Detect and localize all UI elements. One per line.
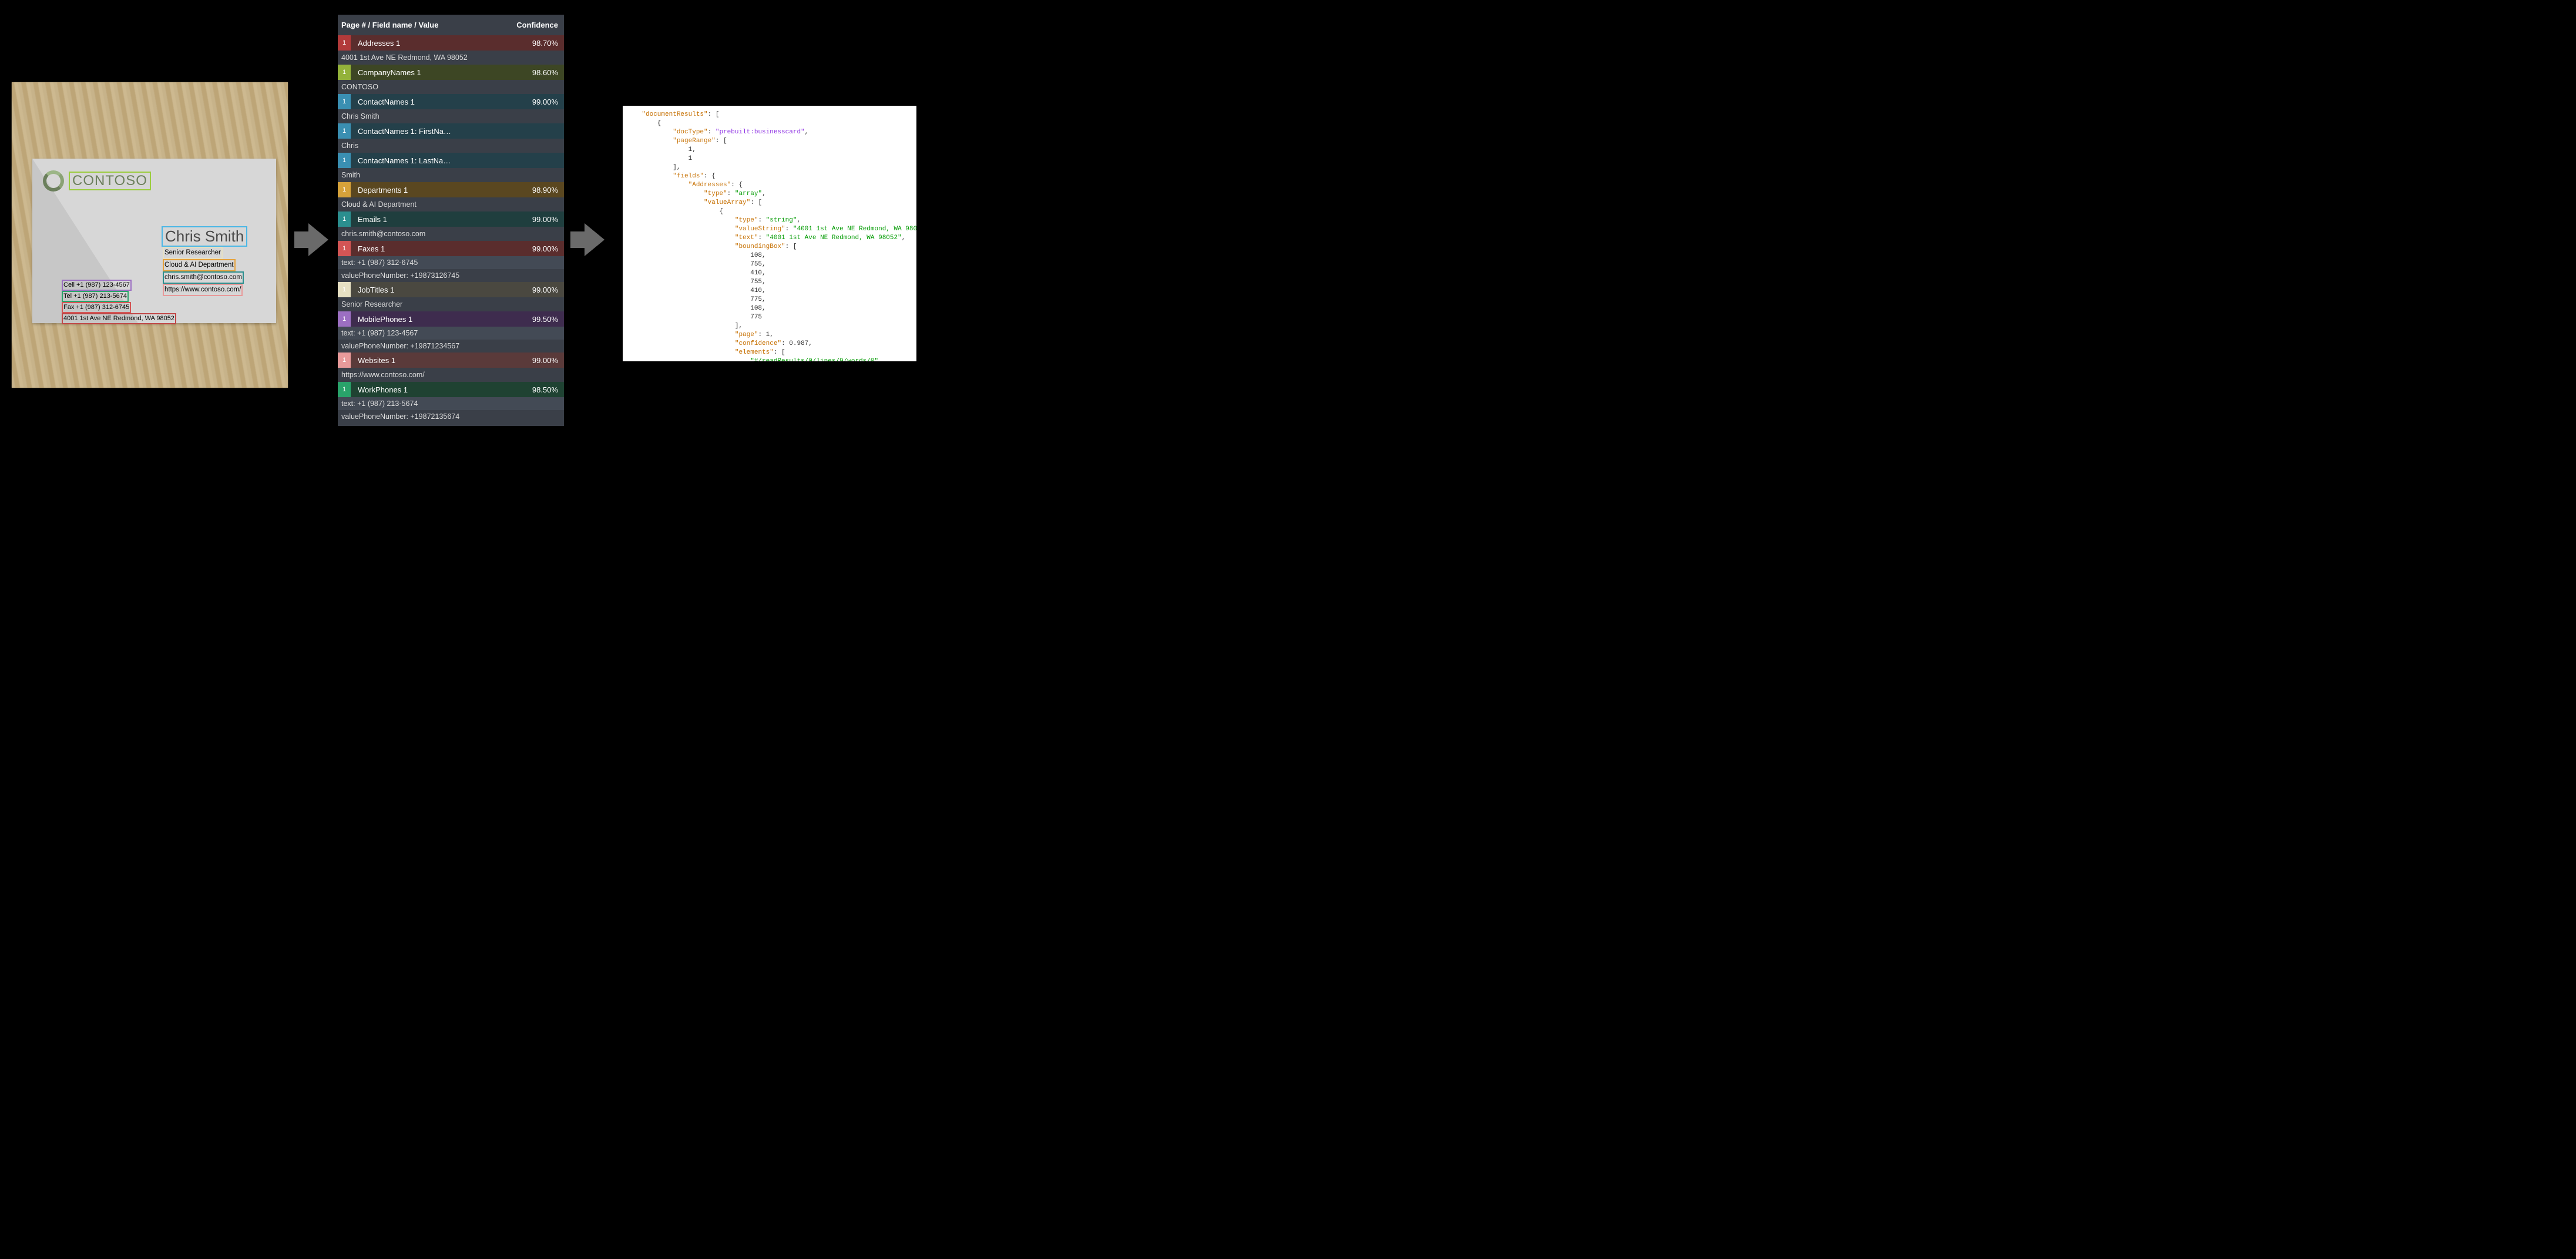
field-name: Websites 1 — [351, 356, 532, 365]
confidence-value: 99.00% — [532, 286, 558, 294]
confidence-value: 98.90% — [532, 186, 558, 194]
page-badge: 1 — [338, 153, 351, 168]
field-row[interactable]: 1Websites 199.00% — [338, 352, 564, 368]
field-value: text: +1 (987) 312-6745 — [338, 256, 564, 269]
contact-name-block: Chris Smith — [162, 226, 247, 247]
field-name: ContactNames 1: LastNa… — [351, 156, 558, 165]
logo-swirl-icon — [43, 170, 64, 192]
contact-name-box: Chris Smith — [162, 226, 247, 247]
confidence-value: 99.00% — [532, 98, 558, 106]
results-header-left: Page # / Field name / Value — [341, 21, 438, 29]
business-card-photo: CONTOSO Chris Smith Senior Researcher Cl… — [12, 82, 288, 388]
job-title-box: Senior Researcher — [163, 247, 223, 259]
company-name: CONTOSO — [72, 173, 147, 189]
confidence-value: 98.70% — [532, 39, 558, 48]
contact-name: Chris Smith — [165, 227, 244, 245]
confidence-value: 99.00% — [532, 356, 558, 365]
field-value: chris.smith@contoso.com — [338, 227, 564, 241]
field-row[interactable]: 1Emails 199.00% — [338, 211, 564, 227]
confidence-value: 98.60% — [532, 68, 558, 77]
field-name: ContactNames 1 — [351, 98, 532, 106]
page-badge: 1 — [338, 94, 351, 109]
job-title: Senior Researcher — [164, 249, 221, 256]
field-value: Smith — [338, 168, 564, 182]
results-header-right: Confidence — [516, 21, 558, 29]
company-logo-block: CONTOSO — [43, 170, 151, 192]
field-row[interactable]: 1ContactNames 1: LastNa… — [338, 153, 564, 168]
json-output-panel: "documentResults": [ { "docType": "prebu… — [623, 106, 916, 361]
address: 4001 1st Ave NE Redmond, WA 98052 — [63, 315, 174, 322]
confidence-value: 99.00% — [532, 215, 558, 224]
field-value: Cloud & AI Department — [338, 197, 564, 211]
page-badge: 1 — [338, 382, 351, 397]
field-row[interactable]: 1MobilePhones 199.50% — [338, 311, 564, 327]
fax: Fax +1 (987) 312-6745 — [63, 304, 129, 311]
field-value: Chris — [338, 139, 564, 153]
field-row[interactable]: 1JobTitles 199.00% — [338, 282, 564, 297]
field-name: WorkPhones 1 — [351, 385, 532, 394]
business-card: CONTOSO Chris Smith Senior Researcher Cl… — [32, 159, 276, 323]
confidence-value: 98.50% — [532, 385, 558, 394]
cell-phone: Cell +1 (987) 123-4567 — [63, 281, 130, 288]
field-row[interactable]: 1Addresses 198.70% — [338, 35, 564, 51]
page-badge: 1 — [338, 35, 351, 51]
page-badge: 1 — [338, 241, 351, 256]
field-name: Departments 1 — [351, 186, 532, 194]
page-badge: 1 — [338, 211, 351, 227]
field-row[interactable]: 1Departments 198.90% — [338, 182, 564, 197]
field-name: ContactNames 1: FirstNa… — [351, 127, 558, 136]
company-name-box: CONTOSO — [69, 172, 151, 190]
field-value: Chris Smith — [338, 109, 564, 123]
field-name: Addresses 1 — [351, 39, 532, 48]
field-value: valuePhoneNumber: +19873126745 — [338, 269, 564, 282]
arrow-right-icon — [585, 223, 604, 256]
field-value: CONTOSO — [338, 80, 564, 94]
page-badge: 1 — [338, 182, 351, 197]
field-name: Emails 1 — [351, 215, 532, 224]
page-badge: 1 — [338, 311, 351, 327]
department-box: Cloud & AI Department — [163, 259, 236, 271]
card-bottom-lines: Cell +1 (987) 123-4567 Tel +1 (987) 213-… — [62, 280, 176, 324]
results-table: Page # / Field name / Value Confidence 1… — [338, 15, 564, 426]
field-row[interactable]: 1ContactNames 199.00% — [338, 94, 564, 109]
cell-phone-box: Cell +1 (987) 123-4567 — [62, 280, 132, 291]
confidence-value: 99.50% — [532, 315, 558, 324]
field-value: https://www.contoso.com/ — [338, 368, 564, 382]
field-row[interactable]: 1ContactNames 1: FirstNa… — [338, 123, 564, 139]
field-value: valuePhoneNumber: +19871234567 — [338, 340, 564, 352]
page-badge: 1 — [338, 65, 351, 80]
confidence-value: 99.00% — [532, 244, 558, 253]
field-row[interactable]: 1CompanyNames 198.60% — [338, 65, 564, 80]
page-badge: 1 — [338, 282, 351, 297]
field-row[interactable]: 1Faxes 199.00% — [338, 241, 564, 256]
field-row[interactable]: 1WorkPhones 198.50% — [338, 382, 564, 397]
field-value: text: +1 (987) 213-5674 — [338, 397, 564, 410]
field-value: text: +1 (987) 123-4567 — [338, 327, 564, 340]
fax-box: Fax +1 (987) 312-6745 — [62, 302, 131, 313]
results-header: Page # / Field name / Value Confidence — [338, 15, 564, 35]
page-badge: 1 — [338, 352, 351, 368]
address-box: 4001 1st Ave NE Redmond, WA 98052 — [62, 313, 176, 324]
results-rows: 1Addresses 198.70%4001 1st Ave NE Redmon… — [338, 35, 564, 423]
field-name: CompanyNames 1 — [351, 68, 532, 77]
work-phone: Tel +1 (987) 213-5674 — [63, 293, 127, 300]
arrow-right-icon — [308, 223, 328, 256]
field-name: MobilePhones 1 — [351, 315, 532, 324]
field-value: valuePhoneNumber: +19872135674 — [338, 410, 564, 423]
work-phone-box: Tel +1 (987) 213-5674 — [62, 291, 129, 302]
field-value: 4001 1st Ave NE Redmond, WA 98052 — [338, 51, 564, 65]
field-name: JobTitles 1 — [351, 286, 532, 294]
page-badge: 1 — [338, 123, 351, 139]
field-value: Senior Researcher — [338, 297, 564, 311]
field-name: Faxes 1 — [351, 244, 532, 253]
department: Cloud & AI Department — [164, 261, 234, 268]
